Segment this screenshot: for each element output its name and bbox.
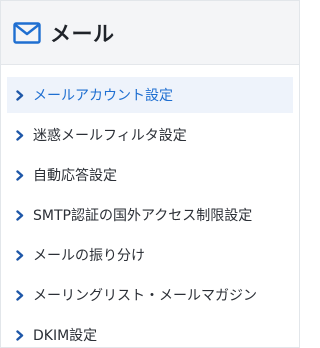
menu-item-label: メーリングリスト・メールマガジン [33,288,257,304]
mail-menu-panel: メール メールアカウント設定 迷惑メールフィルタ設定 自動応答設定 SMTP認証… [0,0,300,348]
menu-item-smtp-auth-foreign-access[interactable]: SMTP認証の国外アクセス制限設定 [7,197,293,233]
chevron-right-icon [15,289,25,301]
chevron-right-icon [15,169,25,181]
menu-item-auto-reply-settings[interactable]: 自動応答設定 [7,157,293,193]
menu-item-label: SMTP認証の国外アクセス制限設定 [33,208,253,224]
menu-item-mail-account-settings[interactable]: メールアカウント設定 [7,77,293,113]
menu-item-label: 自動応答設定 [33,168,117,184]
menu-item-dkim-settings[interactable]: DKIM設定 [7,317,293,348]
chevron-right-icon [15,249,25,261]
chevron-right-icon [15,89,25,101]
panel-title: メール [50,21,115,46]
menu-item-label: 迷惑メールフィルタ設定 [33,128,187,144]
panel-header: メール [1,1,299,65]
menu-item-spam-filter-settings[interactable]: 迷惑メールフィルタ設定 [7,117,293,153]
chevron-right-icon [15,329,25,341]
menu-item-mail-sorting[interactable]: メールの振り分け [7,237,293,273]
chevron-right-icon [15,209,25,221]
menu-item-label: メールの振り分け [33,248,145,264]
menu-item-mailing-list-magazine[interactable]: メーリングリスト・メールマガジン [7,277,293,313]
chevron-right-icon [15,129,25,141]
mail-icon [12,21,42,45]
menu-item-label: メールアカウント設定 [33,88,173,104]
menu-item-label: DKIM設定 [33,328,98,344]
mail-settings-menu: メールアカウント設定 迷惑メールフィルタ設定 自動応答設定 SMTP認証の国外ア… [1,77,299,348]
